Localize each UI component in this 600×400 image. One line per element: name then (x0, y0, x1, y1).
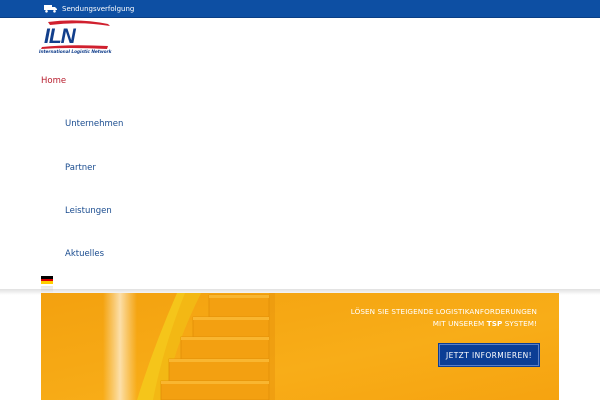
menu-item-leistungen[interactable]: Leistungen (65, 206, 112, 216)
menu-item-partner[interactable]: Partner (65, 163, 96, 173)
hero-banner: LÖSEN SIE STEIGENDE LOGISTIKANFORDERUNGE… (41, 293, 559, 400)
learn-more-button[interactable]: JETZT INFORMIEREN! (438, 343, 540, 367)
hero-line2-suffix: SYSTEM! (504, 319, 537, 328)
hero-headline: LÖSEN SIE STEIGENDE LOGISTIKANFORDERUNGE… (351, 306, 537, 330)
hero-headline-line2: MIT UNSEREM TSP SYSTEM! (351, 318, 537, 330)
menu-item-aktuelles[interactable]: Aktuelles (65, 249, 104, 259)
menu-item-unternehmen[interactable]: Unternehmen (65, 119, 123, 129)
hero-headline-line1: LÖSEN SIE STEIGENDE LOGISTIKANFORDERUNGE… (350, 307, 537, 316)
main-menu: Home Unternehmen Partner Leistungen Aktu… (0, 0, 600, 293)
menu-item-home[interactable]: Home (41, 76, 66, 86)
german-flag-icon[interactable] (41, 276, 53, 285)
hero-line2-prefix: MIT UNSEREM (432, 319, 485, 328)
hero-line2-bold: TSP (486, 319, 503, 328)
